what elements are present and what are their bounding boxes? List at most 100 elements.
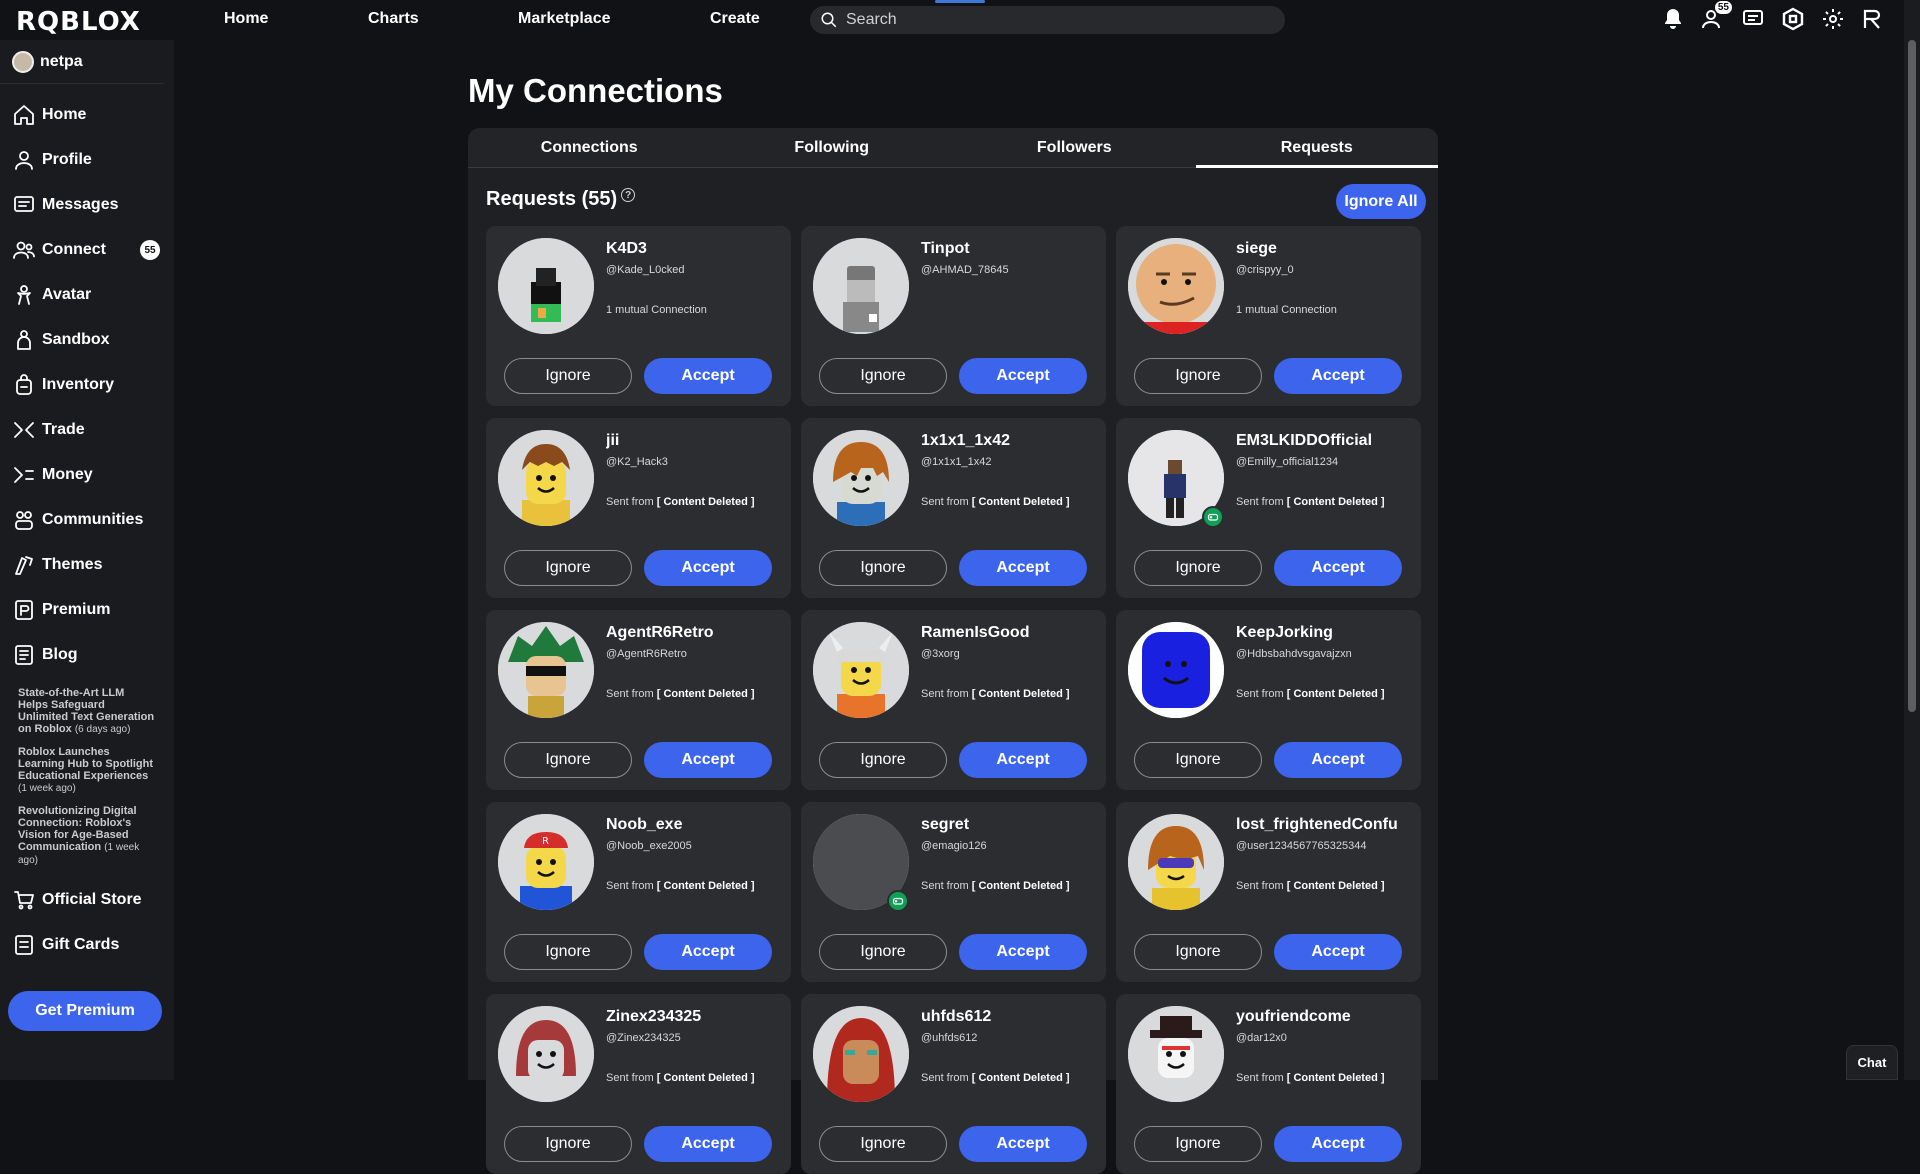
sidebar-item-money[interactable]: Money — [0, 452, 174, 497]
accept-button[interactable]: Accept — [1274, 358, 1402, 394]
ignore-button[interactable]: Ignore — [1134, 550, 1262, 586]
accept-button[interactable]: Accept — [1274, 550, 1402, 586]
roblox-r-extension-icon[interactable] — [1860, 6, 1886, 32]
tab-followers[interactable]: Followers — [953, 128, 1196, 167]
request-display-name[interactable]: RamenIsGood — [921, 624, 1101, 642]
ignore-button[interactable]: Ignore — [504, 358, 632, 394]
sidebar-item-sandbox[interactable]: Sandbox — [0, 317, 174, 362]
request-display-name[interactable]: Zinex234325 — [606, 1008, 786, 1026]
nav-charts-link[interactable]: Charts — [368, 10, 419, 28]
accept-button[interactable]: Accept — [959, 1126, 1087, 1162]
accept-button[interactable]: Accept — [959, 742, 1087, 778]
request-avatar[interactable] — [1128, 622, 1224, 718]
tab-connections[interactable]: Connections — [468, 128, 711, 167]
request-display-name[interactable]: K4D3 — [606, 240, 786, 258]
accept-button[interactable]: Accept — [644, 1126, 772, 1162]
ignore-button[interactable]: Ignore — [819, 742, 947, 778]
sidebar-item-trade[interactable]: Trade — [0, 407, 174, 452]
notifications-bell-icon[interactable] — [1660, 6, 1686, 32]
sidebar-item-profile[interactable]: Profile — [0, 137, 174, 182]
sidebar-item-premium[interactable]: Premium — [0, 587, 174, 632]
blog-post-link[interactable]: Revolutionizing Digital Connection: Robl… — [18, 805, 156, 867]
ignore-button[interactable]: Ignore — [819, 550, 947, 586]
request-display-name[interactable]: Tinpot — [921, 240, 1101, 258]
request-avatar[interactable] — [1128, 814, 1224, 910]
request-display-name[interactable]: KeepJorking — [1236, 624, 1416, 642]
search-bar[interactable] — [810, 6, 1285, 34]
sidebar-user[interactable]: netpa — [0, 40, 164, 84]
get-premium-button[interactable]: Get Premium — [8, 991, 162, 1031]
ignore-button[interactable]: Ignore — [504, 1126, 632, 1162]
accept-button[interactable]: Accept — [1274, 1126, 1402, 1162]
sent-from-game[interactable]: [ Content Deleted ] — [972, 688, 1070, 700]
sent-from-game[interactable]: [ Content Deleted ] — [972, 880, 1070, 892]
request-display-name[interactable]: EM3LKIDDOfficial — [1236, 432, 1416, 450]
settings-gear-icon[interactable] — [1820, 6, 1846, 32]
ignore-button[interactable]: Ignore — [504, 934, 632, 970]
request-display-name[interactable]: siege — [1236, 240, 1416, 258]
sidebar-item-communities[interactable]: Communities — [0, 497, 174, 542]
request-avatar[interactable] — [813, 238, 909, 334]
ignore-button[interactable]: Ignore — [1134, 1126, 1262, 1162]
sent-from-game[interactable]: [ Content Deleted ] — [657, 1072, 755, 1084]
request-display-name[interactable]: 1x1x1_1x42 — [921, 432, 1101, 450]
blog-post-link[interactable]: Roblox Launches Learning Hub to Spotligh… — [18, 746, 156, 795]
sent-from-game[interactable]: [ Content Deleted ] — [657, 688, 755, 700]
request-display-name[interactable]: youfriendcome — [1236, 1008, 1416, 1026]
sent-from-game[interactable]: [ Content Deleted ] — [972, 496, 1070, 508]
request-avatar[interactable] — [813, 430, 909, 526]
sidebar-item-inventory[interactable]: Inventory — [0, 362, 174, 407]
sidebar-item-messages[interactable]: Messages — [0, 182, 174, 227]
robux-icon[interactable] — [1780, 6, 1806, 32]
request-avatar[interactable] — [1128, 238, 1224, 334]
roblox-logo[interactable]: RQBLOX — [16, 7, 141, 37]
sent-from-game[interactable]: [ Content Deleted ] — [657, 496, 755, 508]
accept-button[interactable]: Accept — [644, 358, 772, 394]
nav-marketplace-link[interactable]: Marketplace — [518, 10, 611, 28]
request-avatar[interactable] — [813, 622, 909, 718]
ignore-button[interactable]: Ignore — [819, 934, 947, 970]
request-display-name[interactable]: segret — [921, 816, 1101, 834]
sidebar-item-gift-cards[interactable]: Gift Cards — [0, 922, 174, 967]
chat-button[interactable]: Chat — [1846, 1045, 1898, 1080]
ignore-button[interactable]: Ignore — [819, 1126, 947, 1162]
nav-home-link[interactable]: Home — [224, 10, 268, 28]
request-avatar[interactable] — [498, 622, 594, 718]
blog-post-link[interactable]: State-of-the-Art LLM Helps Safeguard Unl… — [18, 687, 156, 736]
accept-button[interactable]: Accept — [1274, 934, 1402, 970]
ignore-button[interactable]: Ignore — [504, 742, 632, 778]
help-icon[interactable]: ? — [621, 188, 636, 202]
sent-from-game[interactable]: [ Content Deleted ] — [1287, 880, 1385, 892]
request-display-name[interactable]: Noob_exe — [606, 816, 786, 834]
sent-from-game[interactable]: [ Content Deleted ] — [972, 1072, 1070, 1084]
request-avatar[interactable] — [498, 238, 594, 334]
tab-following[interactable]: Following — [711, 128, 954, 167]
request-display-name[interactable]: lost_frightenedConfu — [1236, 816, 1416, 834]
request-avatar[interactable]: R — [498, 814, 594, 910]
accept-button[interactable]: Accept — [959, 934, 1087, 970]
ignore-button[interactable]: Ignore — [1134, 742, 1262, 778]
chat-messages-icon[interactable] — [1740, 6, 1766, 32]
ignore-button[interactable]: Ignore — [1134, 934, 1262, 970]
ignore-all-button[interactable]: Ignore All — [1336, 184, 1426, 219]
ignore-button[interactable]: Ignore — [819, 358, 947, 394]
ignore-button[interactable]: Ignore — [504, 550, 632, 586]
request-avatar[interactable] — [813, 1006, 909, 1102]
request-avatar[interactable] — [498, 1006, 594, 1102]
accept-button[interactable]: Accept — [1274, 742, 1402, 778]
tab-requests[interactable]: Requests — [1195, 128, 1439, 168]
page-scrollbar[interactable] — [1904, 0, 1920, 1080]
sidebar-item-home[interactable]: Home — [0, 92, 174, 137]
request-display-name[interactable]: uhfds612 — [921, 1008, 1101, 1026]
request-avatar[interactable] — [498, 430, 594, 526]
accept-button[interactable]: Accept — [959, 550, 1087, 586]
accept-button[interactable]: Accept — [644, 934, 772, 970]
sent-from-game[interactable]: [ Content Deleted ] — [1287, 1072, 1385, 1084]
sent-from-game[interactable]: [ Content Deleted ] — [657, 880, 755, 892]
accept-button[interactable]: Accept — [644, 742, 772, 778]
sent-from-game[interactable]: [ Content Deleted ] — [1287, 496, 1385, 508]
scroll-thumb[interactable] — [1908, 40, 1916, 712]
sidebar-item-themes[interactable]: Themes — [0, 542, 174, 587]
sidebar-item-blog[interactable]: Blog — [0, 632, 174, 677]
accept-button[interactable]: Accept — [644, 550, 772, 586]
